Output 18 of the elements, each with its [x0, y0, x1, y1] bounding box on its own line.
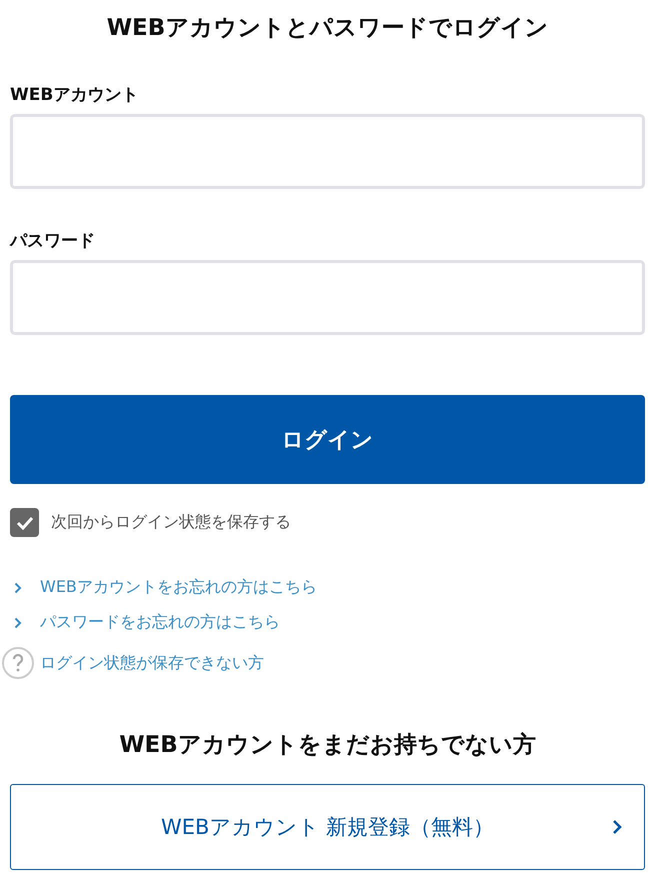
- input-field[interactable]: [10, 260, 645, 335]
- field-label: WEBアカウント: [10, 84, 138, 106]
- input-field[interactable]: [10, 114, 645, 189]
- checkbox-label: 次回からログイン状態を保存する: [51, 512, 291, 533]
- text-link[interactable]: パスワードをお忘れの方はこちら: [40, 612, 280, 633]
- section-heading: WEBアカウントをまだお持ちでない方: [119, 731, 536, 760]
- text-link[interactable]: WEBアカウントをお忘れの方はこちら: [40, 577, 317, 598]
- chevron-right-icon: [612, 819, 622, 835]
- check-icon: [16, 516, 34, 530]
- register-button[interactable]: WEBアカウント 新規登録（無料）: [10, 784, 645, 870]
- chevron-right-icon: [14, 616, 22, 628]
- text-link[interactable]: ログイン状態が保存できない方: [40, 652, 264, 674]
- chevron-right-icon: [14, 582, 22, 594]
- login-button[interactable]: ログイン: [10, 395, 645, 484]
- checkbox[interactable]: [10, 508, 39, 537]
- help-icon: [2, 647, 34, 679]
- page-title: WEBアカウントとパスワードでログイン: [106, 14, 548, 43]
- field-label: パスワード: [10, 230, 95, 252]
